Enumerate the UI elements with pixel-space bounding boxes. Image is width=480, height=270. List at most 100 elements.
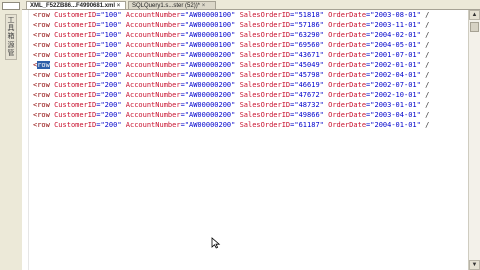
attribute-name: SalesOrderID bbox=[239, 31, 291, 39]
toolbox-panel: 工 具 箱 源 管 bbox=[0, 0, 23, 270]
toolbox-tab[interactable]: 工 具 箱 源 管 bbox=[5, 14, 17, 60]
tag-close-slash: / bbox=[425, 41, 430, 49]
attribute-value: "200" bbox=[100, 61, 122, 69]
attribute-name: AccountNumber bbox=[125, 101, 181, 109]
attribute-name: SalesOrderID bbox=[239, 101, 291, 109]
xml-row-line[interactable]: <row CustomerID="200" AccountNumber="AW0… bbox=[33, 120, 468, 130]
attribute-name: OrderDate bbox=[328, 41, 367, 49]
tag-close-slash: / bbox=[425, 51, 430, 59]
attribute-name: OrderDate bbox=[328, 31, 367, 39]
attribute-name: CustomerID bbox=[54, 101, 97, 109]
attribute-value: "AW00000100" bbox=[184, 41, 236, 49]
attribute-value: "2003-04-01" bbox=[370, 111, 421, 119]
attribute-name: AccountNumber bbox=[125, 51, 181, 59]
vertical-scrollbar[interactable]: ▲ ▼ bbox=[468, 10, 480, 270]
attribute-value: "AW00000100" bbox=[184, 21, 236, 29]
document-tab-bar: XML_F52ZB86...F4990681.xml × SQLQuery1.s… bbox=[22, 0, 480, 10]
attribute-value: "100" bbox=[100, 21, 122, 29]
scroll-up-arrow-icon[interactable]: ▲ bbox=[469, 10, 480, 20]
attribute-value: "AW00000100" bbox=[184, 31, 236, 39]
toolbox-tab-char: 箱 bbox=[7, 33, 15, 41]
tag-close-slash: / bbox=[425, 21, 430, 29]
element-name: row bbox=[37, 111, 50, 119]
attribute-name: OrderDate bbox=[328, 111, 367, 119]
xml-row-line[interactable]: <row CustomerID="200" AccountNumber="AW0… bbox=[33, 70, 468, 80]
attribute-value: "51818" bbox=[294, 11, 324, 19]
element-name: row bbox=[37, 51, 50, 59]
attribute-value: "49866" bbox=[294, 111, 324, 119]
code-area[interactable]: <row CustomerID="100" AccountNumber="AW0… bbox=[33, 10, 468, 130]
attribute-value: "2003-11-01" bbox=[370, 21, 421, 29]
attribute-name: SalesOrderID bbox=[239, 21, 291, 29]
attribute-value: "69560" bbox=[294, 41, 324, 49]
attribute-name: CustomerID bbox=[54, 91, 97, 99]
attribute-value: "AW00000200" bbox=[184, 121, 236, 129]
tag-close-slash: / bbox=[425, 31, 430, 39]
element-name: row bbox=[37, 21, 50, 29]
attribute-value: "2002-04-01" bbox=[370, 71, 421, 79]
attribute-value: "AW00000200" bbox=[184, 51, 236, 59]
attribute-name: SalesOrderID bbox=[239, 81, 291, 89]
xml-editor[interactable]: <row CustomerID="100" AccountNumber="AW0… bbox=[22, 10, 468, 270]
tab-sql-query[interactable]: SQLQuery1.s...ster (52))* × bbox=[128, 1, 216, 9]
xml-row-line[interactable]: <row CustomerID="100" AccountNumber="AW0… bbox=[33, 20, 468, 30]
attribute-name: OrderDate bbox=[328, 121, 367, 129]
tab-xml-file[interactable]: XML_F52ZB86...F4990681.xml × bbox=[26, 1, 126, 9]
attribute-name: OrderDate bbox=[328, 101, 367, 109]
attribute-value: "2004-01-01" bbox=[370, 121, 421, 129]
attribute-name: AccountNumber bbox=[125, 91, 181, 99]
attribute-value: "AW00000200" bbox=[184, 71, 236, 79]
tag-close-slash: / bbox=[425, 61, 430, 69]
attribute-value: "2002-07-01" bbox=[370, 81, 421, 89]
xml-row-line[interactable]: <row CustomerID="100" AccountNumber="AW0… bbox=[33, 10, 468, 20]
xml-row-line[interactable]: <row CustomerID="200" AccountNumber="AW0… bbox=[33, 50, 468, 60]
attribute-value: "47672" bbox=[294, 91, 324, 99]
tag-close-slash: / bbox=[425, 11, 430, 19]
attribute-name: OrderDate bbox=[328, 11, 367, 19]
toolbox-tab-char: 管 bbox=[7, 50, 15, 58]
element-name: row bbox=[37, 61, 50, 69]
xml-row-line[interactable]: <row CustomerID="100" AccountNumber="AW0… bbox=[33, 40, 468, 50]
tab-label: SQLQuery1.s...ster (52))* bbox=[132, 3, 201, 9]
attribute-name: AccountNumber bbox=[125, 121, 181, 129]
attribute-value: "2004-02-01" bbox=[370, 31, 421, 39]
attribute-value: "57186" bbox=[294, 21, 324, 29]
attribute-value: "AW00000200" bbox=[184, 61, 236, 69]
element-name: row bbox=[37, 101, 50, 109]
xml-row-line[interactable]: <row CustomerID="200" AccountNumber="AW0… bbox=[33, 80, 468, 90]
close-icon[interactable]: × bbox=[202, 3, 206, 9]
xml-row-line[interactable]: <row CustomerID="200" AccountNumber="AW0… bbox=[33, 100, 468, 110]
element-name: row bbox=[37, 41, 50, 49]
xml-row-line[interactable]: <row CustomerID="100" AccountNumber="AW0… bbox=[33, 30, 468, 40]
tag-close-slash: / bbox=[425, 81, 430, 89]
attribute-name: CustomerID bbox=[54, 61, 97, 69]
element-name: row bbox=[37, 31, 50, 39]
attribute-value: "AW00000200" bbox=[184, 111, 236, 119]
attribute-name: CustomerID bbox=[54, 81, 97, 89]
editor-margin bbox=[28, 10, 29, 270]
attribute-value: "2003-08-01" bbox=[370, 11, 421, 19]
scroll-thumb[interactable] bbox=[470, 22, 479, 32]
attribute-name: CustomerID bbox=[54, 41, 97, 49]
attribute-name: AccountNumber bbox=[125, 21, 181, 29]
element-name: row bbox=[37, 121, 50, 129]
scroll-down-arrow-icon[interactable]: ▼ bbox=[469, 260, 480, 270]
attribute-name: SalesOrderID bbox=[239, 91, 291, 99]
attribute-name: SalesOrderID bbox=[239, 11, 291, 19]
close-icon[interactable]: × bbox=[117, 3, 121, 9]
xml-row-line[interactable]: <row CustomerID="200" AccountNumber="AW0… bbox=[33, 90, 468, 100]
attribute-value: "200" bbox=[100, 111, 122, 119]
attribute-name: CustomerID bbox=[54, 71, 97, 79]
xml-row-line[interactable]: <row CustomerID="200" AccountNumber="AW0… bbox=[33, 110, 468, 120]
tag-close-slash: / bbox=[425, 121, 430, 129]
attribute-value: "100" bbox=[100, 11, 122, 19]
attribute-name: CustomerID bbox=[54, 11, 97, 19]
tag-close-slash: / bbox=[425, 71, 430, 79]
xml-row-line[interactable]: <row CustomerID="200" AccountNumber="AW0… bbox=[33, 60, 468, 70]
attribute-value: "63290" bbox=[294, 31, 324, 39]
attribute-name: OrderDate bbox=[328, 21, 367, 29]
attribute-name: CustomerID bbox=[54, 51, 97, 59]
element-name: row bbox=[37, 11, 50, 19]
attribute-name: CustomerID bbox=[54, 21, 97, 29]
attribute-value: "2001-07-01" bbox=[370, 51, 421, 59]
